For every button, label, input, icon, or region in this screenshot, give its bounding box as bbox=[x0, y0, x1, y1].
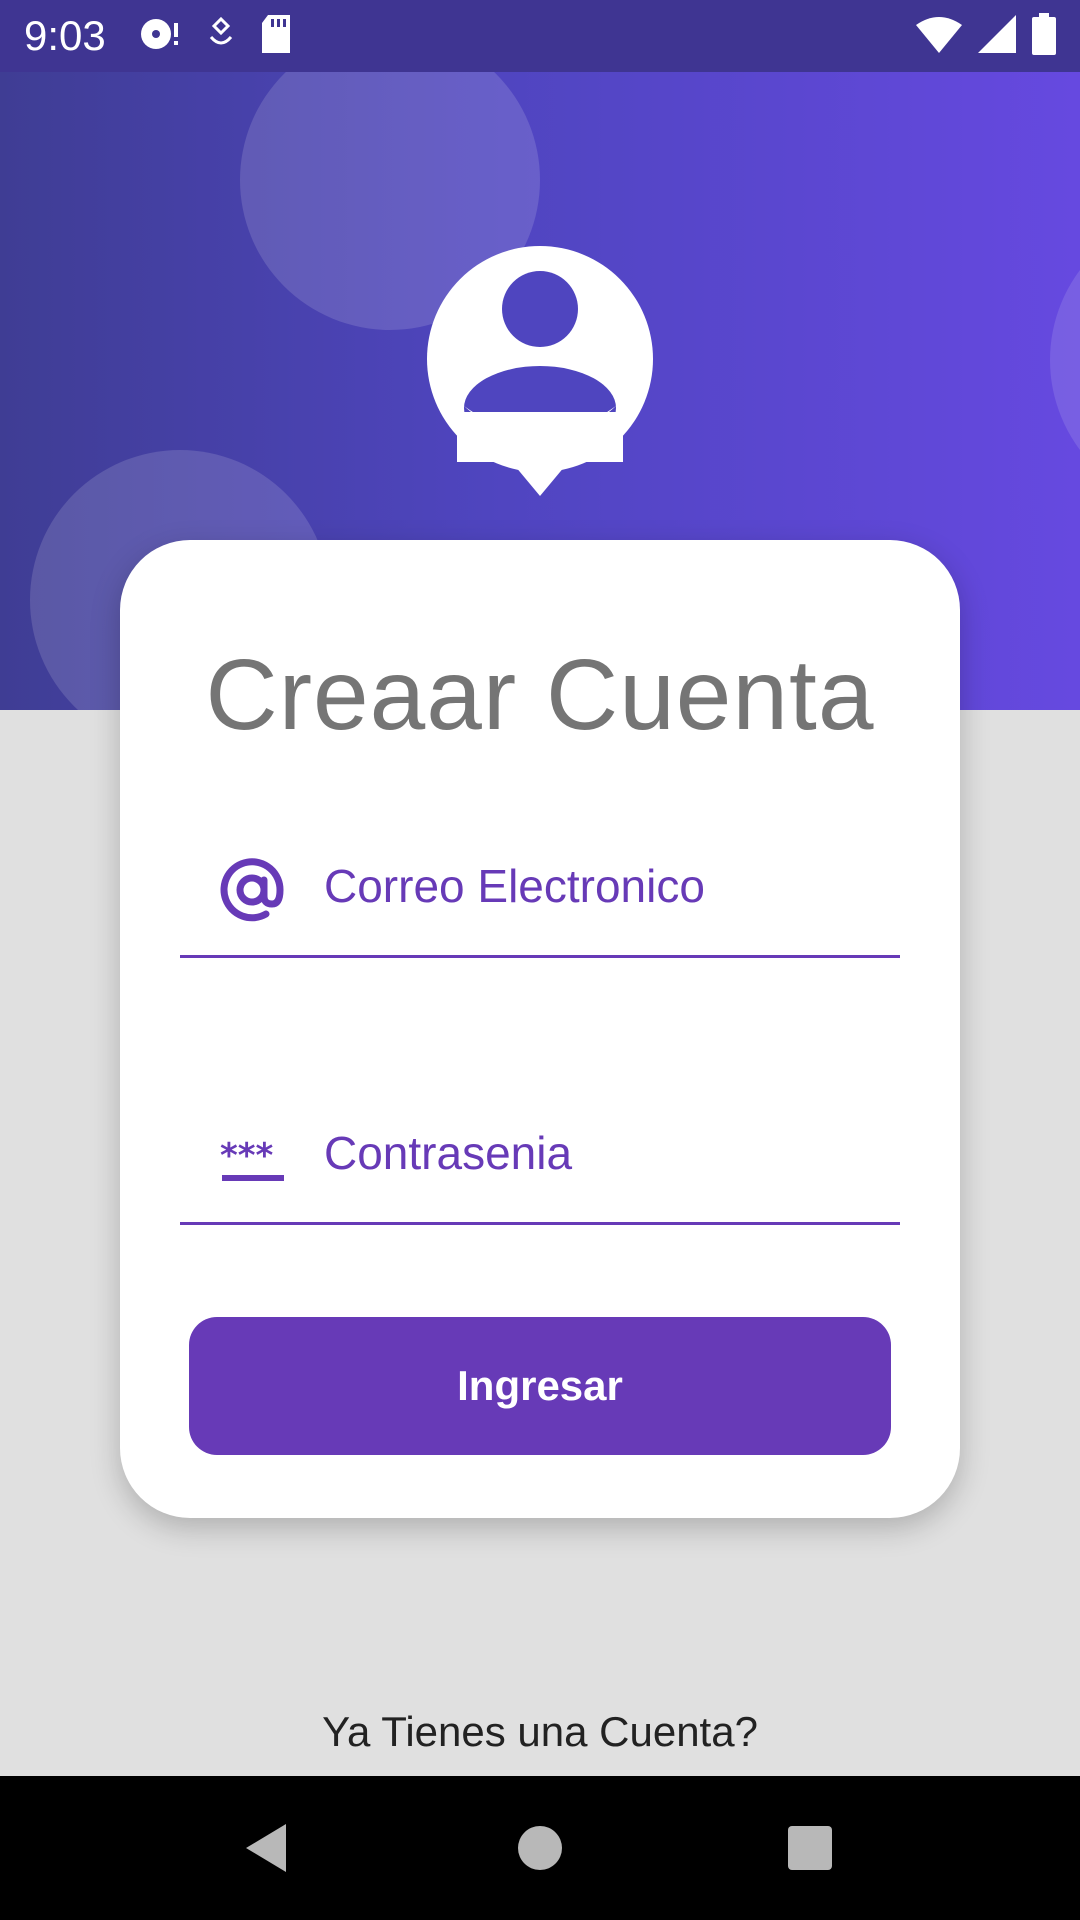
back-icon[interactable] bbox=[218, 1798, 318, 1898]
status-icons-right bbox=[916, 12, 1056, 60]
assistant-icon bbox=[208, 16, 234, 56]
already-have-account-link[interactable]: Ya Tienes una Cuenta? bbox=[0, 1708, 1080, 1756]
signal-icon bbox=[978, 14, 1016, 58]
navigation-bar bbox=[0, 1776, 1080, 1920]
home-icon[interactable] bbox=[490, 1798, 590, 1898]
email-field[interactable] bbox=[180, 818, 900, 958]
sd-card-icon bbox=[260, 14, 292, 58]
battery-icon bbox=[1032, 12, 1056, 60]
password-icon: *** bbox=[220, 1125, 284, 1189]
sign-up-screen: 9:03 Creaar Cuenta Correo Electronico **… bbox=[0, 0, 1080, 1920]
status-bar: 9:03 bbox=[0, 0, 1080, 72]
email-input[interactable] bbox=[324, 846, 884, 926]
svg-text:***: *** bbox=[220, 1136, 274, 1176]
password-input[interactable] bbox=[324, 1113, 884, 1193]
at-sign-icon bbox=[220, 858, 284, 922]
password-field[interactable]: *** bbox=[180, 1085, 900, 1225]
recents-icon[interactable] bbox=[760, 1798, 860, 1898]
status-icons-left bbox=[140, 14, 292, 58]
page-title: Creaar Cuenta bbox=[205, 639, 875, 751]
media-icon bbox=[140, 17, 182, 56]
submit-button[interactable]: Ingresar bbox=[189, 1317, 891, 1455]
user-avatar-icon bbox=[427, 246, 653, 496]
status-time: 9:03 bbox=[24, 12, 106, 59]
decorative-bubble bbox=[1050, 210, 1080, 510]
wifi-icon bbox=[916, 15, 962, 58]
signup-card: Creaar Cuenta *** Ingresar bbox=[120, 540, 960, 1518]
